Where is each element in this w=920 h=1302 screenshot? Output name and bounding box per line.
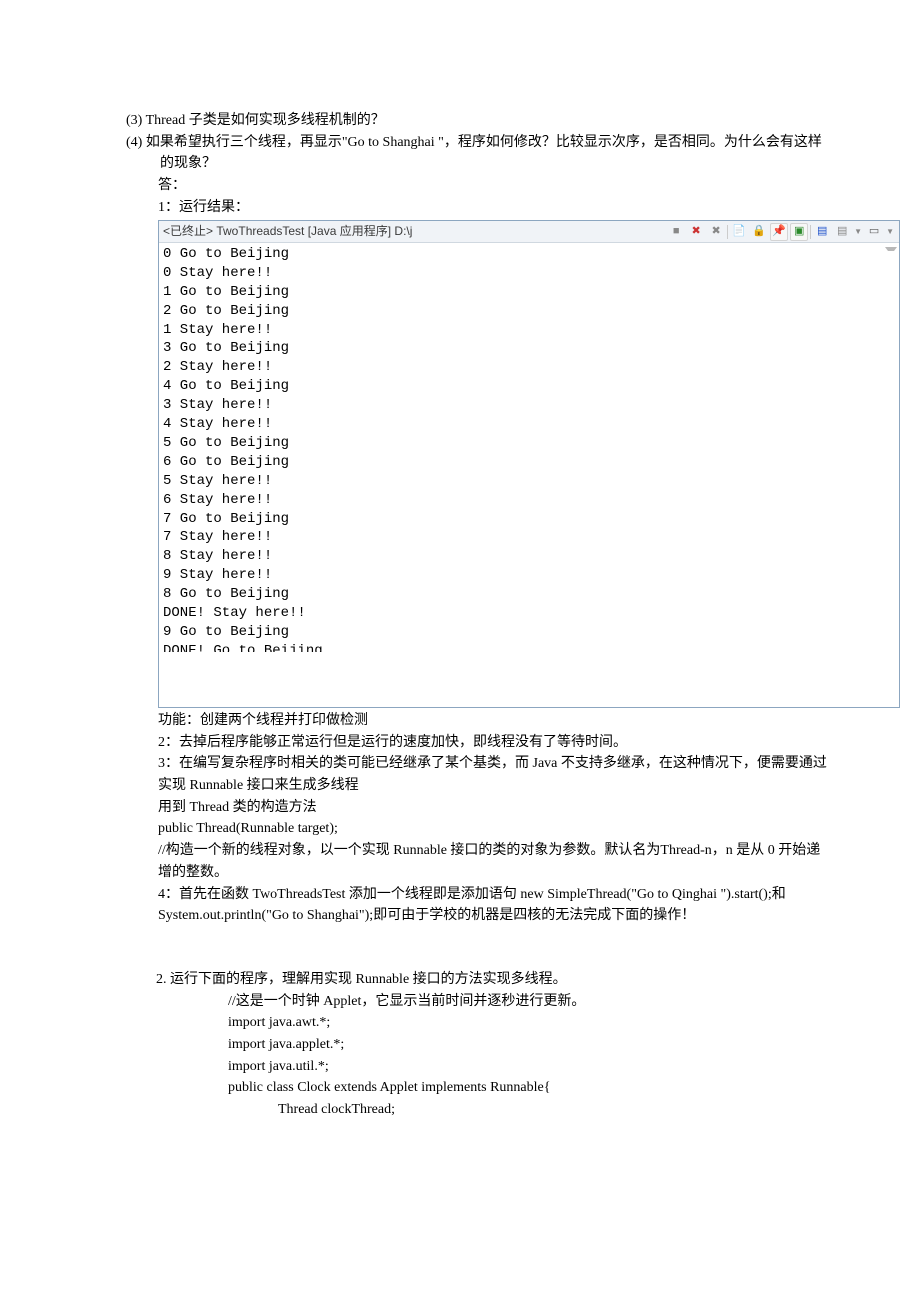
console-window: <已终止> TwoThreadsTest [Java 应用程序] D:\j ■ … <box>158 220 900 708</box>
console-line: 3 Go to Beijing <box>163 339 895 358</box>
code-line: public class Clock extends Applet implem… <box>228 1077 830 1099</box>
console-line: 0 Go to Beijing <box>163 245 895 264</box>
display-icon[interactable]: ▣ <box>790 223 808 241</box>
console-line: 5 Go to Beijing <box>163 434 895 453</box>
scroll-up-icon[interactable] <box>885 247 897 257</box>
code-line: import java.util.*; <box>228 1056 830 1078</box>
console-line: 8 Stay here!! <box>163 547 895 566</box>
code-line: import java.awt.*; <box>228 1012 830 1034</box>
answer-2: 2：去掉后程序能够正常运行但是运行的速度加快，即线程没有了等待时间。 <box>158 732 830 754</box>
console-line: 1 Stay here!! <box>163 321 895 340</box>
chevron-down-icon[interactable]: ▼ <box>885 226 895 238</box>
console-toolbar: ■ ✖ ✖ 📄 🔒 📌 ▣ ▤ ▤ ▼ ▭ ▼ <box>667 223 895 241</box>
terminate-icon[interactable]: ■ <box>667 223 685 241</box>
function-desc: 功能：创建两个线程并打印做检测 <box>158 710 830 732</box>
console-line: 0 Stay here!! <box>163 264 895 283</box>
remove-icon[interactable]: ✖ <box>707 223 725 241</box>
answer-1-title: 1：运行结果： <box>90 197 830 219</box>
code-block: //这是一个时钟 Applet，它显示当前时间并逐秒进行更新。import ja… <box>90 991 830 1121</box>
console-line: 4 Stay here!! <box>163 415 895 434</box>
pin-icon[interactable]: 📌 <box>770 223 788 241</box>
console-line: 7 Stay here!! <box>163 528 895 547</box>
code-line: //这是一个时钟 Applet，它显示当前时间并逐秒进行更新。 <box>228 991 830 1013</box>
console-line: 6 Stay here!! <box>163 491 895 510</box>
console-line: 8 Go to Beijing <box>163 585 895 604</box>
code-line: import java.applet.*; <box>228 1034 830 1056</box>
console-line: 9 Stay here!! <box>163 566 895 585</box>
console-line: 6 Go to Beijing <box>163 453 895 472</box>
answer-3: 3：在编写复杂程序时相关的类可能已经继承了某个基类，而 Java 不支持多继承，… <box>158 753 830 796</box>
question-2-title: 2. 运行下面的程序，理解用实现 Runnable 接口的方法实现多线程。 <box>90 927 830 991</box>
console-header: <已终止> TwoThreadsTest [Java 应用程序] D:\j ■ … <box>159 221 899 243</box>
separator-icon <box>727 225 728 239</box>
console-line: 2 Go to Beijing <box>163 302 895 321</box>
dropdown-icon[interactable]: ▤ <box>833 223 851 241</box>
answer-3b: 用到 Thread 类的构造方法 <box>158 797 830 819</box>
console-line: 1 Go to Beijing <box>163 283 895 302</box>
answer-3-comment: //构造一个新的线程对象，以一个实现 Runnable 接口的类的对象为参数。默… <box>158 840 830 883</box>
console-output: 0 Go to Beijing0 Stay here!!1 Go to Beij… <box>159 243 899 707</box>
question-3: (3) Thread 子类是如何实现多线程机制的？ <box>90 110 830 132</box>
console-line: DONE! Stay here!! <box>163 604 895 623</box>
answer-4: 4：首先在函数 TwoThreadsTest 添加一个线程即是添加语句 new … <box>158 884 830 927</box>
console-line: 2 Stay here!! <box>163 358 895 377</box>
console-line: 5 Stay here!! <box>163 472 895 491</box>
remove-all-icon[interactable]: ✖ <box>687 223 705 241</box>
minimize-icon[interactable]: ▭ <box>865 223 883 241</box>
console-line: 4 Go to Beijing <box>163 377 895 396</box>
console-line: 7 Go to Beijing <box>163 510 895 529</box>
console-line: DONE! Go to Beijing <box>163 642 895 652</box>
console-line: 3 Stay here!! <box>163 396 895 415</box>
clear-icon[interactable]: 📄 <box>730 223 748 241</box>
answer-3-code: public Thread(Runnable target); <box>158 818 830 840</box>
question-4-text: (4) 如果希望执行三个线程，再显示"Go to Shanghai "，程序如何… <box>126 135 822 172</box>
question-4: (4) 如果希望执行三个线程，再显示"Go to Shanghai "，程序如何… <box>90 132 830 175</box>
answer-label: 答： <box>90 175 830 197</box>
chevron-down-icon[interactable]: ▼ <box>853 226 863 238</box>
console-title: <已终止> TwoThreadsTest [Java 应用程序] D:\j <box>163 222 412 241</box>
code-line: Thread clockThread; <box>228 1099 830 1121</box>
lock-scroll-icon[interactable]: 🔒 <box>750 223 768 241</box>
open-console-icon[interactable]: ▤ <box>813 223 831 241</box>
separator-icon <box>810 225 811 239</box>
console-line: 9 Go to Beijing <box>163 623 895 642</box>
